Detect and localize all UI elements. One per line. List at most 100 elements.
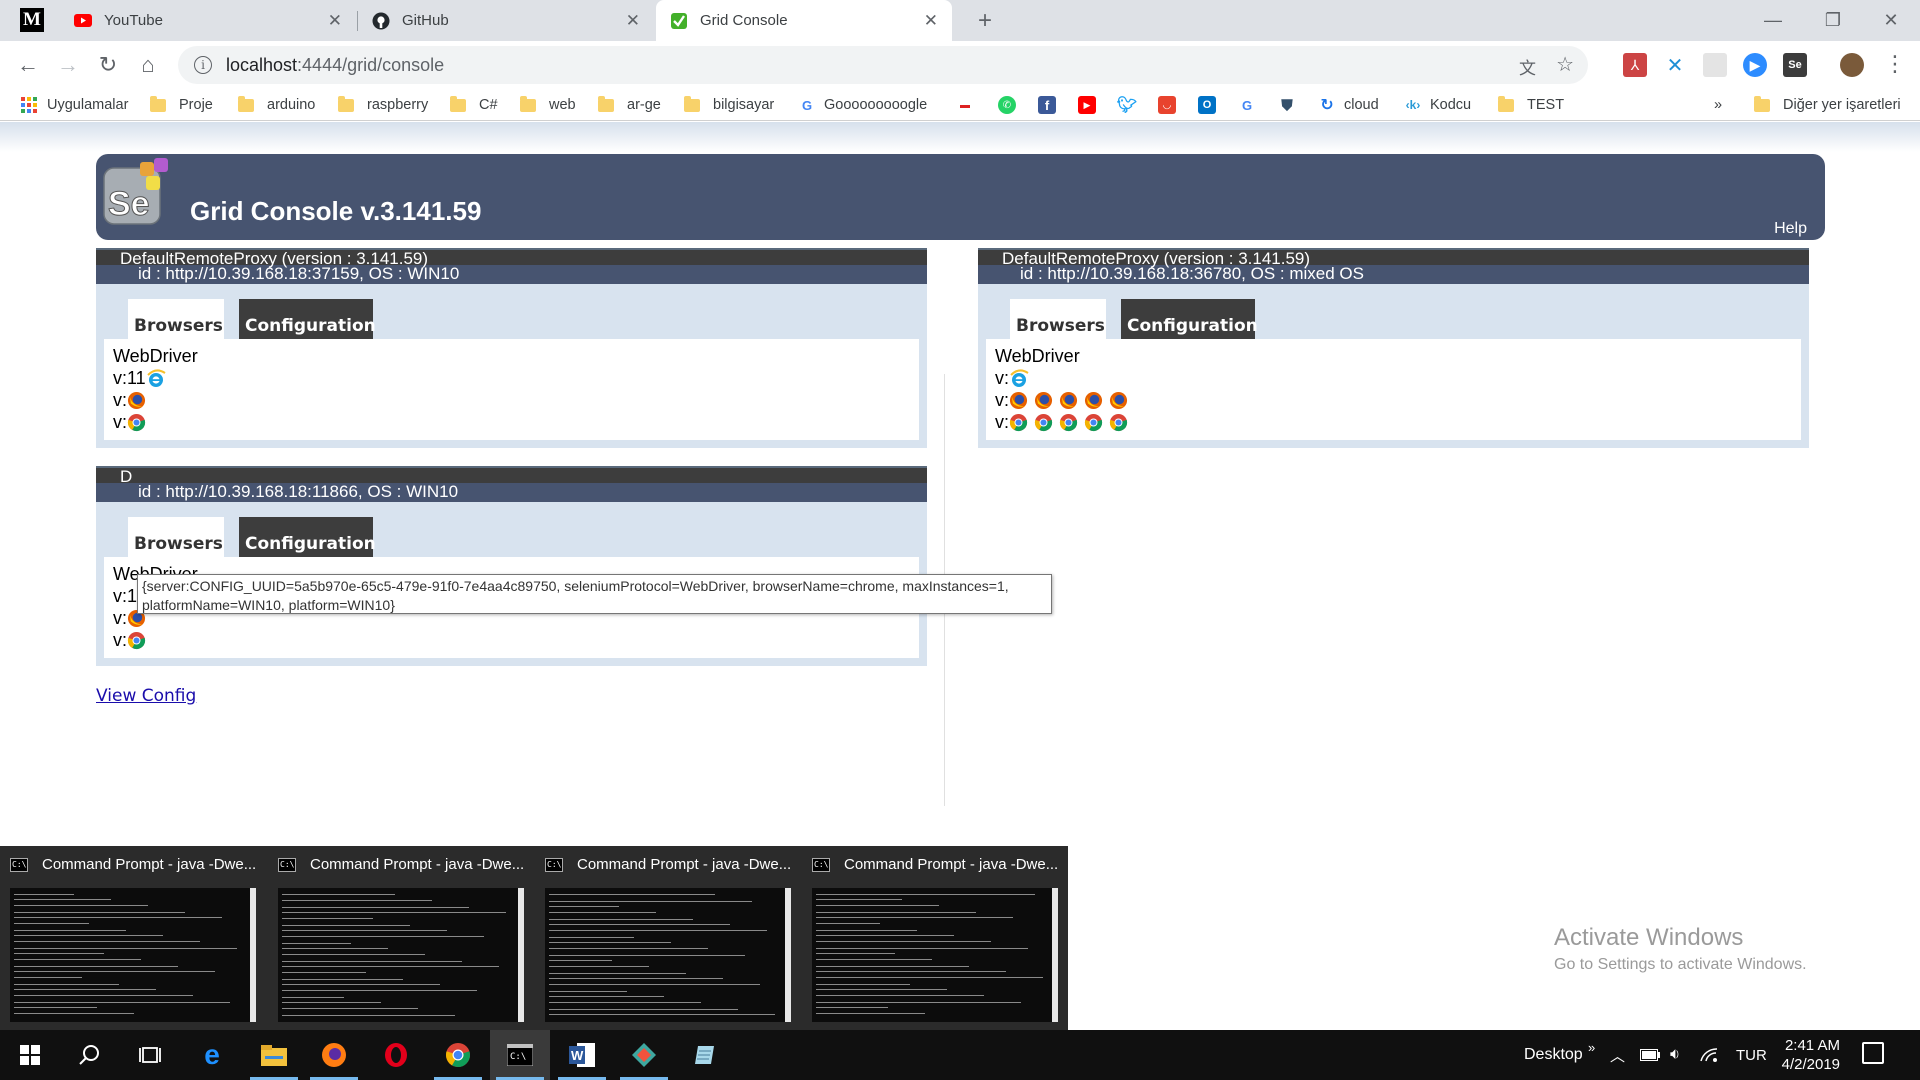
profile-avatar[interactable] [1840,53,1864,77]
minimize-button[interactable]: — [1744,0,1802,41]
tab-grid-console[interactable]: Grid Console ✕ [656,0,952,41]
firefox-browser-icon[interactable] [1034,391,1053,410]
bookmark-google-2[interactable]: G [1238,94,1264,116]
bookmark-twitter[interactable]: 🐦︎ [1117,94,1144,116]
firefox-browser-icon[interactable] [1059,391,1078,410]
gitkraken-icon[interactable] [614,1030,674,1080]
translate-icon[interactable]: 文 [1519,54,1536,79]
view-config-link[interactable]: View Config [96,686,196,706]
new-tab-button[interactable]: + [970,6,1000,36]
chrome-browser-icon[interactable] [1084,413,1103,432]
tab-browsers[interactable]: Browsers [128,517,224,557]
bookmark-google[interactable]: G Gooooooooogle [798,94,927,116]
window-close-button[interactable]: ✕ [1862,0,1920,41]
tab-configuration[interactable]: Configuration [239,299,376,339]
browser-menu-icon[interactable]: ⋮ [1884,51,1906,77]
tab-browsers[interactable]: Browsers [1010,299,1106,339]
tab-youtube[interactable]: YouTube ✕ [60,0,356,41]
chrome-icon[interactable] [428,1030,488,1080]
notepad-icon[interactable] [676,1030,736,1080]
notification-center-icon[interactable] [1862,1042,1884,1064]
volume-icon[interactable]: 🔉︎ [1670,1030,1680,1080]
preview-window-4[interactable]: C:\ Command Prompt - java -Dwe... [802,846,1064,1030]
word-icon[interactable]: W [552,1030,612,1080]
task-view-icon[interactable] [120,1030,180,1080]
bookmark-raspberry[interactable]: raspberry [338,94,428,116]
bookmark-test[interactable]: TEST [1498,94,1564,116]
input-language[interactable]: TUR [1736,1030,1767,1080]
medium-icon[interactable]: M [20,8,44,32]
bookmark-outlook[interactable]: O [1198,94,1224,116]
preview-window-1[interactable]: C:\ Command Prompt - java -Dwe... [0,846,262,1030]
bookmark-red-logo[interactable]: ▬ [956,94,982,116]
restore-button[interactable]: ❐ [1804,0,1862,41]
firefox-browser-icon[interactable] [1009,391,1028,410]
bookmarks-overflow-button[interactable]: » [1714,94,1722,116]
reload-button[interactable]: ↻ [92,49,124,81]
tools-extension-icon[interactable]: ✕ [1663,53,1687,77]
opera-icon[interactable] [366,1030,426,1080]
console-text-line [14,894,74,895]
zoom-extension-icon[interactable]: ▶ [1743,53,1767,77]
chrome-browser-icon[interactable] [127,631,146,650]
ie-browser-icon[interactable] [146,368,166,388]
bookmark-cloud[interactable]: ↻ cloud [1318,94,1378,116]
chrome-browser-icon[interactable] [1009,413,1028,432]
command-prompt-icon[interactable]: C:\ [490,1030,550,1080]
info-icon[interactable]: i [194,56,212,74]
search-icon[interactable] [60,1030,120,1080]
edge-icon[interactable]: e [182,1030,242,1080]
bookmark-web[interactable]: web [520,94,576,116]
forward-button[interactable]: → [52,49,84,81]
close-icon[interactable]: ✕ [328,11,342,31]
tab-configuration[interactable]: Configuration [239,517,376,557]
chrome-browser-icon[interactable] [127,413,146,432]
windows-start-icon[interactable] [0,1030,60,1080]
system-clock[interactable]: 2:41 AM 4/2/2019 [1770,1036,1840,1074]
tab-browsers[interactable]: Browsers [128,299,224,339]
pdf-extension-icon[interactable]: ⅄ [1623,53,1647,77]
bookmark-whatsapp[interactable]: ✆ [998,94,1024,116]
address-bar[interactable]: i localhost:4444/grid/console 文 ☆ [178,46,1588,84]
chevron-up-icon[interactable]: ︿ [1610,1030,1625,1080]
bookmark-apps[interactable]: Uygulamalar [20,94,128,116]
firefox-browser-icon[interactable] [127,391,146,410]
bookmark-arduino[interactable]: arduino [238,94,315,116]
bookmark-shield[interactable]: ⛊ [1278,94,1304,116]
selenium-ide-extension-icon[interactable]: Se [1783,53,1807,77]
tab-github[interactable]: GitHub ✕ [358,0,654,41]
tab-configuration[interactable]: Configuration [1121,299,1258,339]
desktop-toolbar-overflow[interactable]: » [1588,1022,1595,1072]
preview-window-3[interactable]: C:\ Command Prompt - java -Dwe... [535,846,797,1030]
blank-extension-icon[interactable] [1703,53,1727,77]
chrome-browser-icon[interactable] [1034,413,1053,432]
back-button[interactable]: ← [12,49,44,81]
preview-window-2[interactable]: C:\ Command Prompt - java -Dwe... [268,846,530,1030]
bookmark-youtube[interactable]: ▶ [1078,94,1104,116]
firefox-icon[interactable] [304,1030,364,1080]
proxy-tabs: Browsers Configuration [978,284,1809,339]
preview-thumbnail [10,888,256,1022]
desktop-toolbar[interactable]: Desktop [1524,1030,1583,1080]
battery-icon[interactable] [1640,1030,1660,1080]
firefox-browser-icon[interactable] [1084,391,1103,410]
help-link[interactable]: Help [1774,220,1807,238]
bookmark-star-icon[interactable]: ☆ [1556,52,1574,77]
chrome-browser-icon[interactable] [1109,413,1128,432]
bookmark-kodcu[interactable]: ‹k› Kodcu [1404,94,1471,116]
wifi-icon[interactable] [1700,1030,1718,1080]
bookmark-bilgisayar[interactable]: bilgisayar [684,94,774,116]
file-explorer-icon[interactable] [244,1030,304,1080]
bookmark-proje[interactable]: Proje [150,94,213,116]
home-button[interactable]: ⌂ [132,49,164,81]
close-icon[interactable]: ✕ [924,11,938,31]
firefox-browser-icon[interactable] [1109,391,1128,410]
bookmark-csharp[interactable]: C# [450,94,498,116]
bookmark-facebook[interactable]: f [1038,94,1064,116]
other-bookmarks[interactable]: Diğer yer işaretleri [1754,94,1901,116]
chrome-browser-icon[interactable] [1059,413,1078,432]
bookmark-ar-ge[interactable]: ar-ge [598,94,661,116]
ie-browser-icon[interactable] [1009,368,1029,388]
close-icon[interactable]: ✕ [626,11,640,31]
bookmark-red-app[interactable]: ◡ [1158,94,1184,116]
